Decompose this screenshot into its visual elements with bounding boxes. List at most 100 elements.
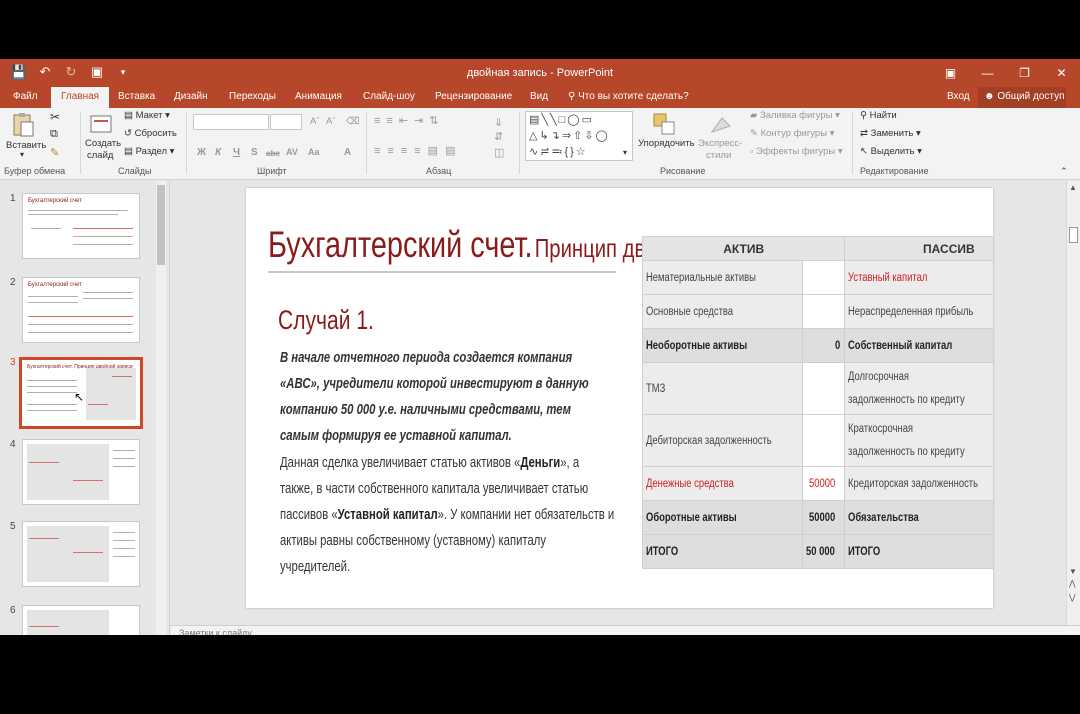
close-icon[interactable]: ✕ bbox=[1043, 59, 1080, 87]
asset-value-cell-text: 0 bbox=[835, 339, 841, 352]
bold-button[interactable]: Ж bbox=[197, 147, 206, 158]
liability-label-cell-text: Кредиторская задолженность bbox=[848, 477, 979, 490]
shapes-gallery[interactable]: ▤╲╲□◯▭ △↳↴⇒⇧⇩◯ ∿≓≕{}☆ bbox=[525, 111, 633, 161]
shape-outline-button[interactable]: ✎ Контур фигуры ▾ bbox=[750, 128, 834, 139]
new-slide-button-line2[interactable]: слайд bbox=[87, 150, 113, 161]
font-size-combobox[interactable] bbox=[270, 114, 302, 130]
ribbon-display-options-icon[interactable]: ▣ bbox=[932, 59, 969, 87]
asset-label-cell-text: Нематериальные активы bbox=[646, 271, 756, 284]
case-explanation[interactable]: Данная сделка увеличивает статью активов… bbox=[280, 450, 615, 580]
shadow-button[interactable]: S bbox=[251, 147, 258, 158]
balance-table[interactable]: АКТИВ ПАССИВ Нематериальные активы Уставн… bbox=[641, 236, 993, 569]
align-icons[interactable]: ≡≡≡≡▤▤ bbox=[374, 144, 462, 157]
new-slide-icon[interactable] bbox=[88, 112, 114, 138]
tab-home[interactable]: Главная bbox=[51, 87, 110, 108]
ribbon-home: Вставить ▾ ✂ ⧉ ✎ Буфер обмена Создать сл… bbox=[0, 108, 1080, 180]
collapse-ribbon-icon[interactable]: ⌃ bbox=[1060, 166, 1068, 177]
arrange-button[interactable]: Упорядочить bbox=[638, 138, 695, 149]
asset-label-cell: ИТОГО bbox=[641, 534, 804, 569]
new-slide-button[interactable]: Создать bbox=[85, 138, 121, 149]
thumbnail-scrollbar[interactable] bbox=[156, 181, 166, 635]
table-row: ТМЗ Долгосрочная задолженность по кредиту bbox=[641, 362, 993, 415]
window-title: двойная запись - PowerPoint bbox=[466, 67, 614, 79]
paste-dropdown-icon[interactable]: ▾ bbox=[20, 150, 24, 159]
font-name-combobox[interactable] bbox=[193, 114, 269, 130]
slide-thumbnail-6[interactable] bbox=[22, 605, 140, 635]
copy-icon[interactable]: ⧉ bbox=[50, 128, 58, 141]
replace-button[interactable]: ⇄ Заменить ▾ bbox=[860, 128, 921, 139]
scroll-thumb[interactable] bbox=[157, 185, 165, 265]
list-icons[interactable]: ≡≡⇤⇥⇅ bbox=[374, 114, 445, 127]
clear-formatting-icon[interactable]: ⌫ bbox=[346, 116, 359, 127]
minimize-icon[interactable]: — bbox=[969, 59, 1006, 87]
slide-scrollbar[interactable]: ▲ ▼ ⋀ ⋁ bbox=[1066, 181, 1080, 625]
smartart-icon[interactable]: ◫ bbox=[494, 146, 504, 159]
slide-thumbnail-1[interactable]: Бухгалтерский счет bbox=[22, 193, 140, 259]
slide-thumbnail-2[interactable]: Бухгалтерский счет bbox=[22, 277, 140, 343]
shape-effects-button[interactable]: ▫ Эффекты фигуры ▾ bbox=[750, 146, 843, 157]
paste-button[interactable]: Вставить bbox=[6, 140, 46, 151]
cut-icon[interactable]: ✂ bbox=[50, 110, 60, 124]
quick-styles-button-line2[interactable]: стили bbox=[706, 150, 731, 161]
current-slide[interactable]: Бухгалтерский счет. Принцип двойной запи… bbox=[246, 188, 993, 608]
thumbnail-number: 1 bbox=[10, 193, 16, 204]
scroll-up-icon[interactable]: ▲ bbox=[1069, 183, 1077, 192]
slide-thumbnail-5[interactable] bbox=[22, 521, 140, 587]
align-text-icon[interactable]: ⇵ bbox=[494, 130, 503, 143]
group-paragraph-label: Абзац bbox=[426, 166, 452, 176]
slide-thumbnail-4[interactable] bbox=[22, 439, 140, 505]
shapes-more-icon[interactable]: ▾ bbox=[623, 148, 627, 157]
change-case-button[interactable]: Aa bbox=[308, 147, 320, 157]
tell-me-search[interactable]: ⚲ Что вы хотите сделать? bbox=[568, 91, 689, 102]
section-button[interactable]: ▤ Раздел ▾ bbox=[124, 146, 174, 157]
next-slide-icon[interactable]: ⋁ bbox=[1069, 593, 1076, 602]
liability-label-cell-text: ИТОГО bbox=[848, 545, 881, 558]
tab-file[interactable]: Файл bbox=[13, 91, 38, 102]
font-color-button[interactable]: A bbox=[344, 147, 351, 158]
thumbnail-number: 5 bbox=[10, 521, 16, 532]
maximize-icon[interactable]: ❐ bbox=[1006, 59, 1043, 87]
notes-pane[interactable]: Заметки к слайду bbox=[171, 625, 1080, 635]
scroll-thumb[interactable] bbox=[1069, 227, 1078, 243]
increase-font-size-icon[interactable]: Aˆ bbox=[310, 116, 320, 127]
format-painter-icon[interactable]: ✎ bbox=[50, 146, 59, 159]
asset-label-cell: ТМЗ bbox=[641, 362, 804, 415]
quick-styles-button[interactable]: Экспресс- bbox=[698, 138, 742, 149]
previous-slide-icon[interactable]: ⋀ bbox=[1069, 579, 1076, 588]
italic-button[interactable]: К bbox=[215, 147, 221, 158]
tab-animations[interactable]: Анимация bbox=[295, 91, 342, 102]
cursor-icon: ↖ bbox=[860, 146, 871, 157]
tab-transitions[interactable]: Переходы bbox=[229, 91, 276, 102]
asset-value-cell: 0 bbox=[802, 328, 846, 363]
shape-fill-button[interactable]: ▰ Заливка фигуры ▾ bbox=[750, 110, 840, 121]
sign-in-link[interactable]: Вход bbox=[947, 91, 970, 102]
title-underline bbox=[268, 271, 616, 273]
tab-slideshow[interactable]: Слайд-шоу bbox=[363, 91, 415, 102]
case-heading[interactable]: Случай 1. bbox=[278, 305, 374, 336]
strikethrough-button[interactable]: abc bbox=[266, 149, 280, 158]
underline-button[interactable]: Ч bbox=[233, 147, 240, 158]
liability-label-cell: ИТОГО bbox=[844, 534, 993, 569]
thumbnail-number: 4 bbox=[10, 439, 16, 450]
tab-review[interactable]: Рецензирование bbox=[435, 91, 512, 102]
paste-icon[interactable] bbox=[10, 112, 36, 138]
reset-icon: ↺ bbox=[124, 128, 135, 139]
find-button[interactable]: ⚲ Найти bbox=[860, 110, 897, 121]
share-button[interactable]: ☻ Общий доступ bbox=[978, 87, 1066, 108]
character-spacing-button[interactable]: AV bbox=[286, 147, 298, 157]
tab-view[interactable]: Вид bbox=[530, 91, 548, 102]
asset-label-cell: Денежные средства bbox=[641, 466, 804, 501]
case-description[interactable]: В начале отчетного периода создается ком… bbox=[280, 345, 608, 449]
slide-thumbnail-3[interactable]: Бухгалтерский счет. Принцип двойной запи… bbox=[19, 357, 143, 429]
quick-styles-icon[interactable] bbox=[708, 112, 734, 138]
decrease-font-size-icon[interactable]: Aˇ bbox=[326, 116, 336, 127]
mouse-cursor-icon: ↖ bbox=[74, 390, 85, 404]
text-direction-icon[interactable]: ⇓ bbox=[494, 116, 503, 129]
scroll-down-icon[interactable]: ▼ bbox=[1069, 567, 1077, 576]
select-button[interactable]: ↖ Выделить ▾ bbox=[860, 146, 922, 157]
tab-insert[interactable]: Вставка bbox=[118, 91, 155, 102]
arrange-icon[interactable] bbox=[652, 112, 678, 138]
tab-design[interactable]: Дизайн bbox=[174, 91, 208, 102]
reset-button[interactable]: ↺ Сбросить bbox=[124, 128, 177, 139]
layout-button[interactable]: ▤ Макет ▾ bbox=[124, 110, 170, 121]
